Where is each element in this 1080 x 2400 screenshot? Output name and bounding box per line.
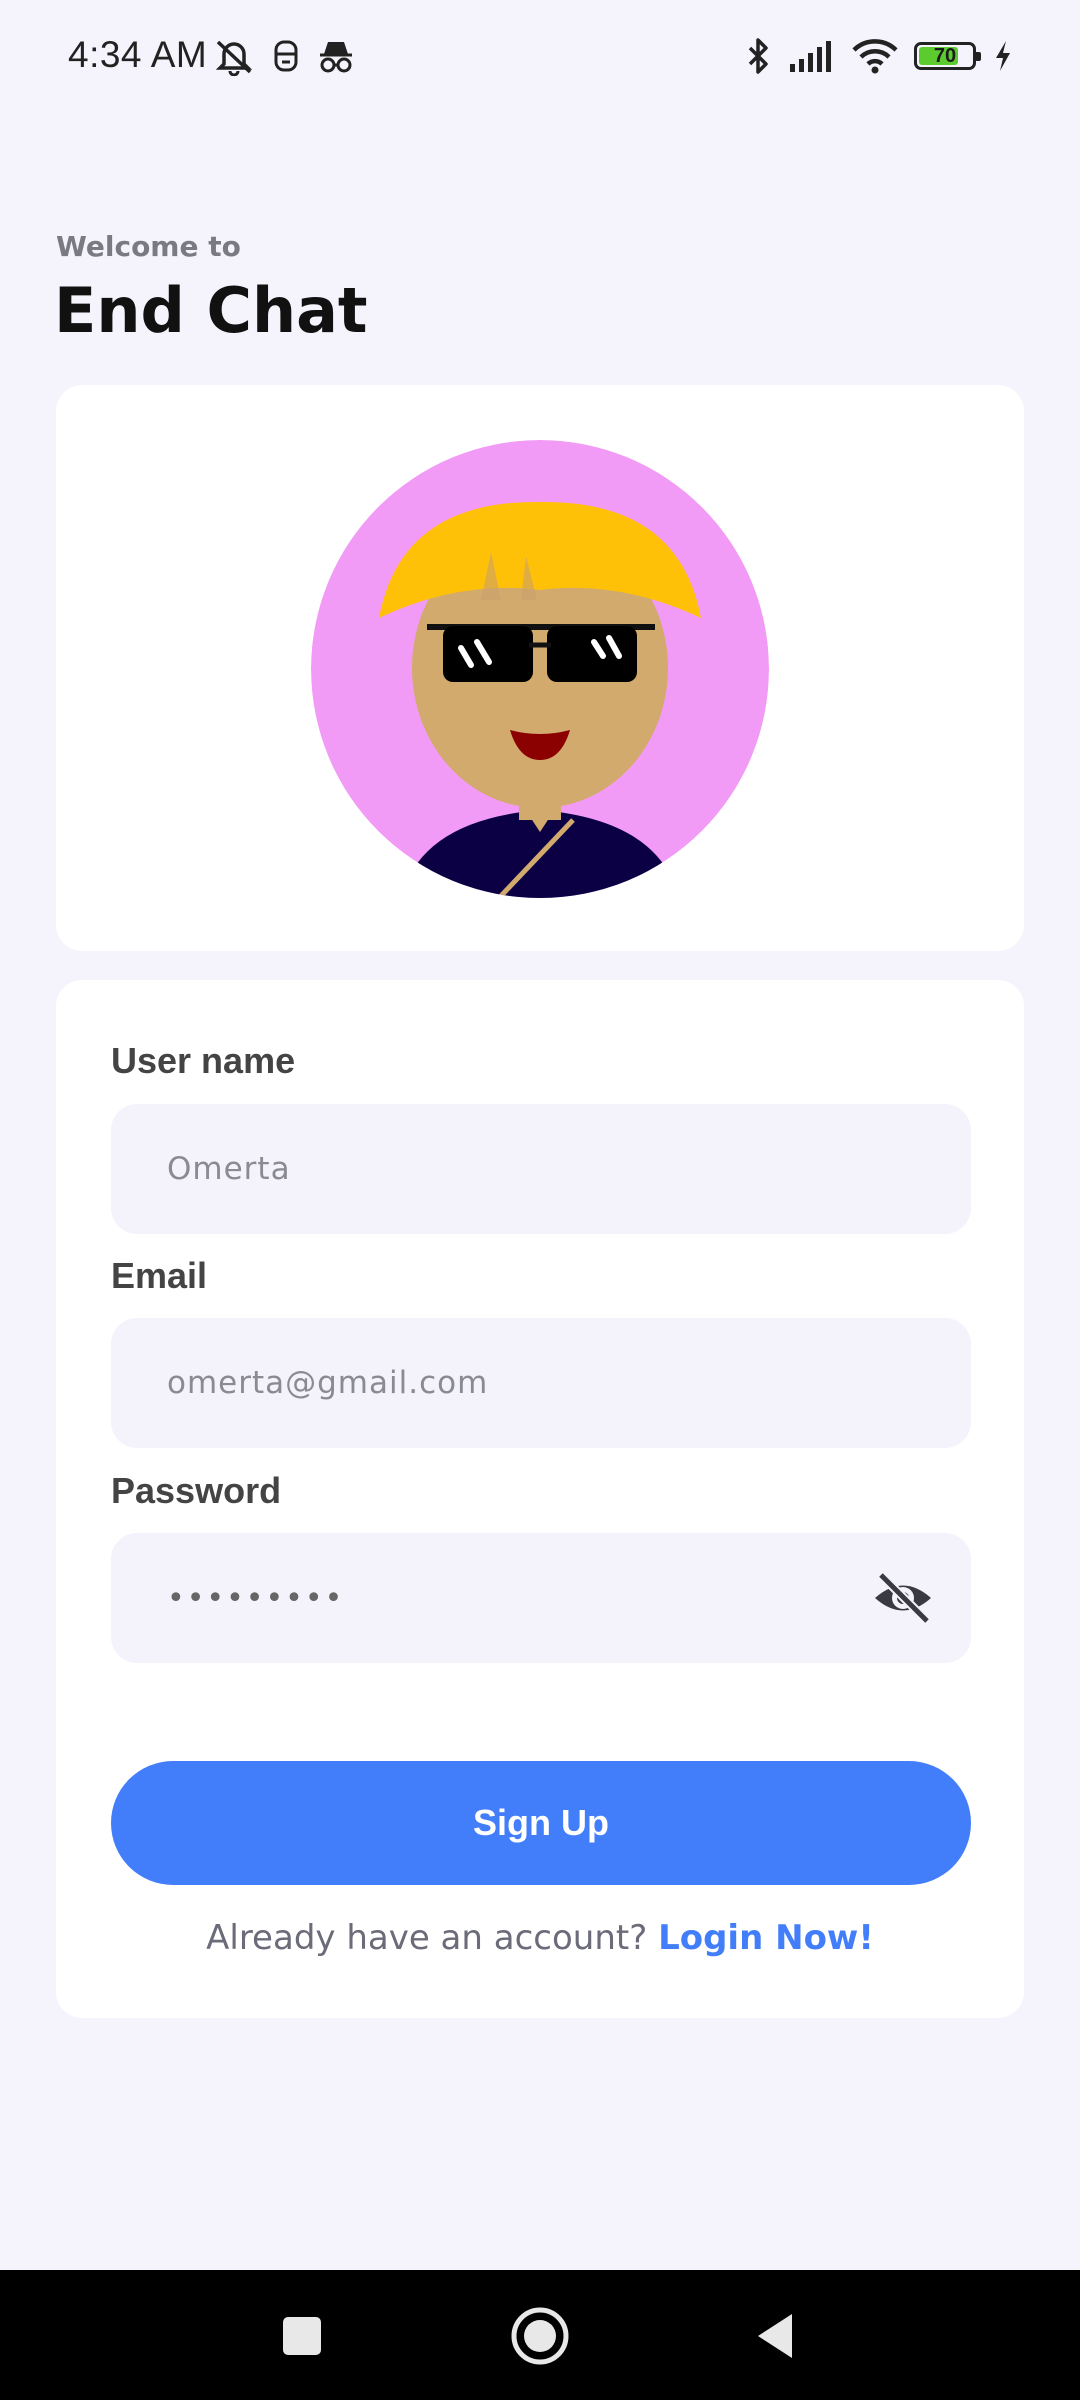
- battery-percent: 70: [933, 44, 957, 67]
- battery-icon: 70: [914, 42, 981, 70]
- signup-form-card: User name Omerta Email omerta@gmail.com …: [56, 980, 1024, 2018]
- username-label: User name: [111, 1040, 296, 1081]
- eye-off-icon[interactable]: [871, 1571, 935, 1625]
- avatar-card: [56, 385, 1024, 951]
- status-right-icons: 70: [744, 36, 1014, 76]
- status-left-icons: [212, 36, 356, 76]
- status-bar: 4:34 AM 70: [0, 0, 1080, 118]
- alarm-off-icon: [215, 40, 253, 76]
- password-value: •••••••••: [167, 1580, 345, 1616]
- recents-square-icon[interactable]: [282, 2316, 322, 2356]
- username-field[interactable]: Omerta: [111, 1104, 971, 1234]
- email-value: omerta@gmail.com: [167, 1365, 489, 1401]
- login-row: Already have an account? Login Now!: [56, 1918, 1024, 1958]
- email-label: Email: [111, 1255, 208, 1296]
- password-label: Password: [111, 1470, 282, 1511]
- username-value: Omerta: [167, 1151, 291, 1187]
- navigation-bar: [0, 2270, 1080, 2400]
- back-triangle-icon[interactable]: [756, 2312, 796, 2360]
- face-scan-icon: [274, 40, 298, 72]
- signup-button[interactable]: Sign Up: [111, 1761, 971, 1885]
- password-field[interactable]: •••••••••: [111, 1533, 971, 1663]
- login-prompt: Already have an account?: [206, 1918, 648, 1958]
- signal-icon: [790, 41, 831, 72]
- email-field[interactable]: omerta@gmail.com: [111, 1318, 971, 1448]
- avatar-image[interactable]: [311, 440, 769, 898]
- wifi-icon: [852, 39, 898, 74]
- login-now-link[interactable]: Login Now!: [658, 1918, 874, 1958]
- welcome-text: Welcome to: [56, 230, 241, 263]
- page-title: End Chat: [54, 274, 368, 347]
- status-time: 4:34 AM: [68, 34, 208, 75]
- home-circle-icon[interactable]: [510, 2306, 570, 2366]
- charging-icon: [996, 41, 1010, 71]
- bluetooth-icon: [748, 38, 768, 74]
- incognito-icon: [320, 42, 352, 73]
